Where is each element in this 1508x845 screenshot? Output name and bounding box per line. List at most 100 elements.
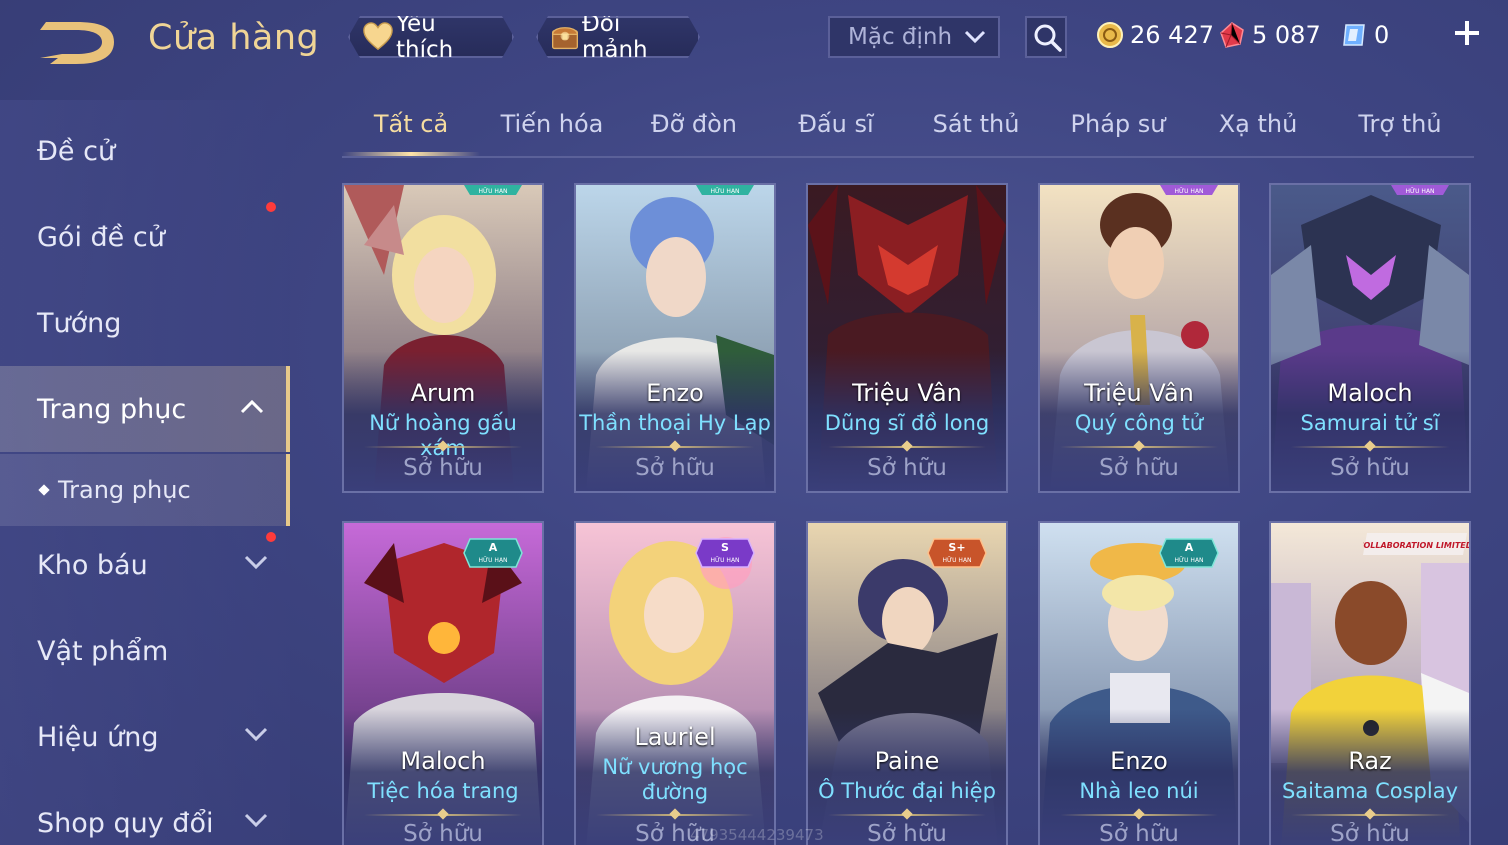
- sidebar: Đề cử Gói đề cử Tướng Trang phục Trang p…: [0, 100, 290, 845]
- owned-status: Sở hữu: [403, 821, 483, 845]
- skin-card[interactable]: HỮU HẠN Arum Nữ hoàng gấu xám Sở hữu: [342, 183, 544, 493]
- favorite-label: Yêu thích: [395, 11, 454, 63]
- owned-status: Sở hữu: [1330, 821, 1410, 845]
- tab-tank[interactable]: Đỡ đòn: [624, 110, 764, 154]
- voucher-balance: 0: [1340, 18, 1389, 52]
- svg-text:HỮU HẠN: HỮU HẠN: [1174, 557, 1203, 564]
- skin-name: Ô Thước đại hiệp: [818, 779, 996, 803]
- skin-name: Saitama Cosplay: [1281, 779, 1459, 803]
- skin-card[interactable]: COLLABORATION LIMITED Raz Saitama Cospla…: [1269, 521, 1471, 845]
- hero-name: Enzo: [1110, 747, 1168, 775]
- shard-label: Đổi mảnh: [581, 11, 648, 63]
- watermark: 47935444239473: [690, 826, 824, 844]
- notification-dot: [266, 202, 276, 212]
- shop-screen: Cửa hàng Yêu thích Đổi mảnh Mặc định 26 …: [0, 0, 1508, 845]
- sidebar-subitem-skins[interactable]: Trang phục: [0, 454, 290, 526]
- skin-card[interactable]: HỮU HẠN Enzo Thần thoại Hy Lạp Sở hữu: [574, 183, 776, 493]
- svg-text:A: A: [1185, 541, 1194, 554]
- tab-label: Tất cả: [373, 110, 449, 138]
- sidebar-item-label: Trang phục: [58, 476, 191, 504]
- sidebar-item-treasure[interactable]: Kho báu: [0, 522, 290, 608]
- skin-name: Quý công tử: [1074, 411, 1204, 435]
- sidebar-item-label: Đề cử: [37, 135, 116, 167]
- sidebar-item-effects[interactable]: Hiệu ứng: [0, 694, 290, 780]
- hero-name: Maloch: [400, 747, 486, 775]
- tab-label: Đấu sĩ: [798, 110, 874, 138]
- sidebar-item-skins[interactable]: Trang phục: [0, 366, 290, 452]
- card-divider: [1291, 446, 1449, 448]
- sort-value: Mặc định: [848, 24, 953, 50]
- gold-balance: 26 427: [1096, 18, 1214, 52]
- tab-label: Pháp sư: [1070, 110, 1166, 138]
- sidebar-item-featured-packs[interactable]: Gói đề cử: [0, 194, 290, 280]
- page-title: Cửa hàng: [148, 18, 320, 58]
- card-divider: [1060, 446, 1218, 448]
- limited-badge-icon: HỮU HẠN: [464, 185, 522, 195]
- svg-text:HỮU HẠN: HỮU HẠN: [710, 188, 739, 195]
- collaboration-badge-icon: COLLABORATION LIMITED: [1363, 533, 1469, 555]
- search-button[interactable]: [1025, 16, 1067, 58]
- top-bar: Cửa hàng Yêu thích Đổi mảnh Mặc định 26 …: [0, 0, 1508, 90]
- tab-evolution[interactable]: Tiến hóa: [482, 110, 622, 154]
- chevron-down-icon: [244, 813, 268, 828]
- owned-status: Sở hữu: [1099, 455, 1179, 481]
- diamond-bullet-icon: [38, 484, 50, 496]
- hero-name: Enzo: [646, 379, 704, 407]
- plus-icon[interactable]: [1452, 18, 1482, 48]
- category-tabs: Tất cả Tiến hóa Đỡ đòn Đấu sĩ Sát thủ Ph…: [342, 100, 1474, 158]
- tab-label: Trợ thủ: [1358, 110, 1442, 138]
- chevron-up-icon: [240, 399, 264, 414]
- skin-card[interactable]: HỮU HẠN Triệu Vân Quý công tử Sở hữu: [1038, 183, 1240, 493]
- svg-text:COLLABORATION LIMITED: COLLABORATION LIMITED: [1363, 541, 1469, 550]
- skin-card[interactable]: HỮU HẠN Maloch Samurai tử sĩ Sở hữu: [1269, 183, 1471, 493]
- tab-marksman[interactable]: Xạ thủ: [1188, 110, 1328, 154]
- sidebar-item-items[interactable]: Vật phẩm: [0, 608, 290, 694]
- svg-text:S+: S+: [948, 541, 965, 554]
- tier-a-badge-icon: A HỮU HẠN: [463, 538, 523, 568]
- shard-exchange-button[interactable]: Đổi mảnh: [536, 16, 700, 58]
- tab-mage[interactable]: Pháp sư: [1048, 110, 1188, 154]
- skin-name-line1: Nữ vương học: [602, 755, 748, 779]
- back-arrow-icon[interactable]: [36, 18, 118, 66]
- svg-text:A: A: [489, 541, 498, 554]
- sidebar-item-label: Tướng: [37, 307, 122, 339]
- sidebar-item-label: Gói đề cử: [37, 221, 165, 253]
- skin-name: Nhà leo núi: [1079, 779, 1199, 803]
- sidebar-item-label: Hiệu ứng: [37, 721, 159, 753]
- sidebar-item-label: Kho báu: [37, 549, 148, 581]
- sidebar-item-label: Trang phục: [37, 393, 187, 425]
- sidebar-item-heroes[interactable]: Tướng: [0, 280, 290, 366]
- skin-card[interactable]: S+ HỮU HẠN Paine Ô Thước đại hiệp Sở hữu: [806, 521, 1008, 845]
- skin-name: Samurai tử sĩ: [1300, 411, 1440, 435]
- card-divider: [828, 446, 986, 448]
- voucher-icon: [1343, 24, 1365, 46]
- chevron-down-icon: [244, 727, 268, 742]
- hero-name: Triệu Vân: [852, 379, 962, 407]
- skin-card[interactable]: S HỮU HẠN Lauriel Nữ vương học đường Sở …: [574, 521, 776, 845]
- skin-card[interactable]: A HỮU HẠN Enzo Nhà leo núi Sở hữu: [1038, 521, 1240, 845]
- sort-dropdown[interactable]: Mặc định: [828, 16, 1000, 58]
- ruby-balance: 5 087: [1218, 18, 1321, 52]
- skin-card[interactable]: Triệu Vân Dũng sĩ đồ long Sở hữu: [806, 183, 1008, 493]
- favorite-button[interactable]: Yêu thích: [348, 16, 514, 58]
- hero-name: Triệu Vân: [1084, 379, 1194, 407]
- hero-name: Paine: [874, 747, 940, 775]
- gold-coin-icon: [1097, 22, 1123, 48]
- tab-assassin[interactable]: Sát thủ: [906, 110, 1046, 154]
- card-divider: [364, 446, 522, 448]
- card-divider: [596, 814, 754, 816]
- sidebar-item-exchange-shop[interactable]: Shop quy đổi: [0, 780, 290, 845]
- tab-all[interactable]: Tất cả: [342, 110, 480, 154]
- skin-name: Dũng sĩ đồ long: [824, 411, 990, 435]
- tab-support[interactable]: Trợ thủ: [1330, 110, 1470, 154]
- search-icon: [1034, 24, 1062, 52]
- skin-card[interactable]: A HỮU HẠN Maloch Tiệc hóa trang Sở hữu: [342, 521, 544, 845]
- tab-label: Đỡ đòn: [650, 110, 738, 138]
- tier-s-plus-badge-icon: S+ HỮU HẠN: [927, 538, 987, 568]
- sidebar-item-featured[interactable]: Đề cử: [0, 108, 290, 194]
- owned-status: Sở hữu: [635, 455, 715, 481]
- limited-badge-icon: HỮU HẠN: [1160, 185, 1218, 195]
- limited-badge-icon: HỮU HẠN: [1391, 185, 1449, 195]
- tab-label: Xạ thủ: [1218, 110, 1298, 138]
- tab-fighter[interactable]: Đấu sĩ: [766, 110, 906, 154]
